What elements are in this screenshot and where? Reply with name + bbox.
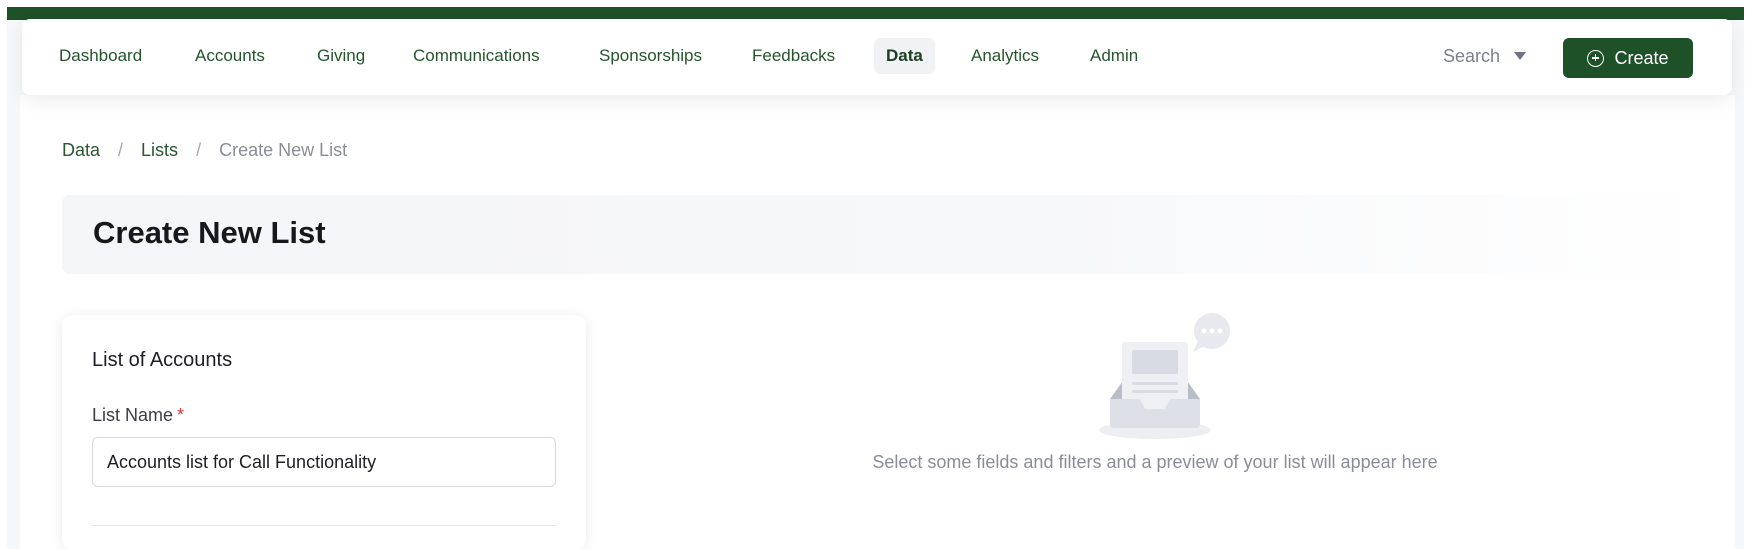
preview-empty-message: Select some fields and filters and a pre…	[872, 452, 1438, 472]
list-name-label: List Name *	[92, 405, 184, 426]
breadcrumb-lists[interactable]: Lists	[141, 140, 178, 161]
caret-down-icon	[1514, 52, 1527, 60]
breadcrumb: Data / Lists / Create New List	[62, 138, 347, 162]
list-name-label-text: List Name	[92, 405, 174, 425]
create-button-label: Create	[1614, 47, 1669, 68]
nav-item-admin[interactable]: Admin	[1078, 38, 1150, 74]
nav-item-accounts[interactable]: Accounts	[183, 38, 277, 74]
empty-inbox-chat-icon	[1099, 313, 1230, 439]
search-dropdown[interactable]: Search	[1443, 38, 1527, 74]
card-title: List of Accounts	[92, 349, 233, 371]
breadcrumb-data[interactable]: Data	[62, 140, 100, 161]
breadcrumb-current: Create New List	[219, 139, 348, 160]
nav-item-communications[interactable]: Communications	[401, 38, 552, 74]
search-label: Search	[1443, 46, 1501, 66]
page-header: Create New List	[62, 195, 1722, 274]
nav-item-giving[interactable]: Giving	[305, 38, 377, 74]
list-form-card: List of Accounts List Name *	[62, 315, 586, 549]
nav-item-data[interactable]: Data	[874, 38, 935, 74]
plus-circle-icon	[1587, 49, 1605, 67]
create-button[interactable]: Create	[1563, 38, 1693, 78]
nav-item-dashboard[interactable]: Dashboard	[47, 38, 154, 74]
page-title: Create New List	[93, 215, 326, 250]
card-divider	[92, 525, 556, 526]
nav-item-analytics[interactable]: Analytics	[959, 38, 1051, 74]
breadcrumb-separator: /	[196, 139, 202, 160]
nav-item-sponsorships[interactable]: Sponsorships	[587, 38, 714, 74]
list-name-input[interactable]	[92, 437, 556, 487]
required-marker: *	[177, 405, 185, 425]
nav-item-feedbacks[interactable]: Feedbacks	[740, 38, 847, 74]
breadcrumb-separator: /	[118, 139, 124, 160]
